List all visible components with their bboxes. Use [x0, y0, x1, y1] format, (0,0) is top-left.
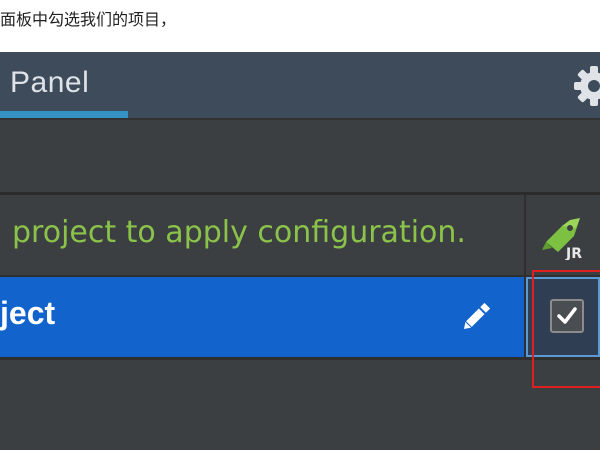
tab-panel[interactable]: Panel [0, 52, 128, 118]
pencil-icon[interactable] [458, 299, 494, 335]
tab-panel-label: Panel [10, 66, 90, 99]
caption-text: 面板中勾选我们的项目， [0, 10, 177, 29]
project-name: ject [0, 295, 56, 331]
toolbar-area [0, 120, 600, 192]
jrebel-icon-text: JR [565, 246, 582, 260]
gear-icon[interactable] [572, 64, 600, 108]
highlight-box [532, 270, 600, 388]
table-row[interactable]: ject [0, 277, 524, 357]
tab-bar: Panel [0, 52, 600, 118]
tab-active-indicator [0, 111, 128, 118]
hint-text: project to apply configuration. [12, 215, 466, 250]
row-bottom-divider [0, 357, 600, 360]
table-header-row: project to apply configuration. [0, 195, 600, 275]
jrebel-icon: JR [540, 212, 588, 262]
page: 面板中勾选我们的项目， Panel project to apply confi… [0, 0, 600, 450]
ide-panel: Panel project to apply configuration. JR… [0, 52, 600, 450]
